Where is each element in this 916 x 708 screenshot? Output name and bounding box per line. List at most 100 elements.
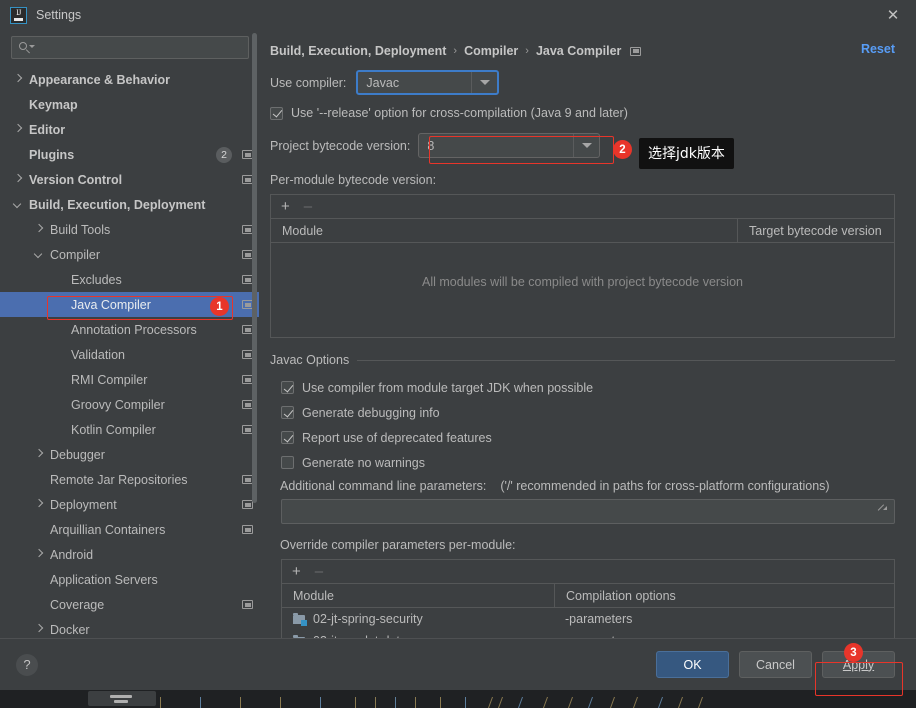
search-box[interactable]: [11, 36, 249, 59]
sidebar-item-appearance-behavior[interactable]: Appearance & Behavior: [0, 67, 259, 92]
sidebar-item-arquillian-containers[interactable]: Arquillian Containers: [0, 517, 259, 542]
add-row-button[interactable]: +: [292, 564, 301, 579]
chevron-right-icon[interactable]: [35, 450, 44, 459]
ok-button[interactable]: OK: [656, 651, 729, 678]
breadcrumb-item-0[interactable]: Build, Execution, Deployment: [270, 44, 446, 58]
chevron-right-icon[interactable]: [14, 75, 23, 84]
javac-option-label: Generate no warnings: [302, 455, 425, 470]
copy-setting-icon[interactable]: [242, 525, 253, 534]
sidebar-item-compiler[interactable]: Compiler: [0, 242, 259, 267]
javac-option-checkbox[interactable]: [281, 381, 294, 394]
sidebar-item-editor[interactable]: Editor: [0, 117, 259, 142]
override-params-label-row: Override compiler parameters per-module:: [259, 538, 916, 552]
reset-link[interactable]: Reset: [861, 42, 895, 56]
close-icon[interactable]: ✕: [870, 0, 916, 30]
cell-module: 02-jt-spring-security: [282, 612, 554, 626]
chevron-right-icon[interactable]: [35, 225, 44, 234]
table-row[interactable]: 02-jt-spring-security -parameters: [282, 608, 894, 630]
javac-option-row[interactable]: Report use of deprecated features: [259, 425, 916, 450]
release-option-label: Use '--release' option for cross-compila…: [291, 106, 628, 120]
chevron-right-icon[interactable]: [35, 500, 44, 509]
column-header-target-bytecode[interactable]: Target bytecode version: [737, 219, 894, 242]
ruler-tick: [487, 697, 494, 708]
sidebar-item-debugger[interactable]: Debugger: [0, 442, 259, 467]
sidebar-item-deployment[interactable]: Deployment: [0, 492, 259, 517]
project-bytecode-value: 8: [427, 138, 435, 153]
add-row-button[interactable]: +: [281, 199, 290, 214]
release-option-checkbox[interactable]: [270, 106, 283, 120]
sidebar-item-remote-jar-repositories[interactable]: Remote Jar Repositories: [0, 467, 259, 492]
chevron-right-icon[interactable]: [35, 625, 44, 634]
copy-setting-icon[interactable]: [242, 600, 253, 609]
javac-option-row[interactable]: Use compiler from module target JDK when…: [259, 375, 916, 400]
column-header-module[interactable]: Module: [271, 224, 737, 238]
override-params-label: Override compiler parameters per-module:: [280, 538, 516, 552]
settings-sidebar: Appearance & Behavior Keymap Editor Plugins…: [0, 30, 259, 638]
sidebar-item-rmi-compiler[interactable]: RMI Compiler: [0, 367, 259, 392]
sidebar-item-build-tools[interactable]: Build Tools: [0, 217, 259, 242]
sidebar-item-plugins[interactable]: Plugins 2: [0, 142, 259, 167]
chevron-right-icon[interactable]: [14, 125, 23, 134]
release-option-row[interactable]: Use '--release' option for cross-compila…: [259, 106, 916, 120]
use-compiler-row: Use compiler: Javac: [259, 70, 916, 95]
sidebar-item-application-servers[interactable]: Application Servers: [0, 567, 259, 592]
sidebar-item-excludes[interactable]: Excludes: [0, 267, 259, 292]
remove-row-button[interactable]: –: [315, 564, 323, 579]
ruler-tick: [542, 697, 549, 708]
sidebar-item-annotation-processors[interactable]: Annotation Processors: [0, 317, 259, 342]
sidebar-item-validation[interactable]: Validation: [0, 342, 259, 367]
chevron-down-icon[interactable]: [35, 250, 44, 259]
sidebar-item-label: Debugger: [50, 447, 105, 462]
per-module-table-toolbar: + –: [271, 195, 894, 219]
chevron-down-icon[interactable]: [573, 134, 599, 157]
sidebar-item-coverage[interactable]: Coverage: [0, 592, 259, 617]
javac-option-checkbox[interactable]: [281, 456, 294, 469]
sidebar-scrollbar[interactable]: [252, 33, 257, 503]
javac-option-row[interactable]: Generate debugging info: [259, 400, 916, 425]
breadcrumb-separator: ›: [525, 45, 529, 57]
table-row[interactable]: 03-jt-servlet-data-parameters: [282, 630, 894, 638]
help-button[interactable]: ?: [16, 653, 38, 676]
copy-settings-path-icon[interactable]: [630, 46, 642, 56]
cancel-button[interactable]: Cancel: [739, 651, 812, 678]
sidebar-item-groovy-compiler[interactable]: Groovy Compiler: [0, 392, 259, 417]
javac-option-label: Generate debugging info: [302, 405, 440, 420]
sidebar-item-label: Kotlin Compiler: [71, 422, 156, 437]
apply-button-label: Apply: [842, 657, 875, 672]
search-input[interactable]: [32, 37, 248, 58]
ruler-tick: [657, 697, 664, 708]
additional-params-input[interactable]: [281, 499, 895, 524]
chevron-right-icon[interactable]: [14, 175, 23, 184]
javac-option-checkbox[interactable]: [281, 406, 294, 419]
sidebar-item-keymap[interactable]: Keymap: [0, 92, 259, 117]
chevron-down-icon[interactable]: [471, 72, 497, 93]
use-compiler-select[interactable]: Javac: [356, 70, 500, 95]
sidebar-item-kotlin-compiler[interactable]: Kotlin Compiler: [0, 417, 259, 442]
sidebar-item-android[interactable]: Android: [0, 542, 259, 567]
intellij-logo-icon: IJ: [10, 6, 27, 24]
remove-row-button[interactable]: –: [304, 199, 312, 214]
javac-option-row[interactable]: Generate no warnings: [259, 450, 916, 475]
sidebar-item-version-control[interactable]: Version Control: [0, 167, 259, 192]
expand-icon[interactable]: [876, 506, 887, 517]
project-bytecode-select[interactable]: 8: [418, 133, 601, 158]
column-header-compilation-options[interactable]: Compilation options: [554, 584, 894, 607]
intellij-logo-text: IJ: [16, 7, 21, 17]
ruler-tick: [497, 697, 504, 708]
javac-option-checkbox[interactable]: [281, 431, 294, 444]
sidebar-item-java-compiler[interactable]: Java Compiler: [0, 292, 259, 317]
column-header-module[interactable]: Module: [282, 589, 554, 603]
sidebar-item-label: Deployment: [50, 497, 117, 512]
sidebar-item-build-execution-deployment[interactable]: Build, Execution, Deployment: [0, 192, 259, 217]
breadcrumb-item-2[interactable]: Java Compiler: [536, 44, 621, 58]
chevron-right-icon[interactable]: [35, 550, 44, 559]
apply-button[interactable]: Apply: [822, 651, 895, 678]
breadcrumb-item-1[interactable]: Compiler: [464, 44, 518, 58]
chevron-down-icon[interactable]: [14, 200, 23, 209]
sidebar-item-docker[interactable]: Docker: [0, 617, 259, 638]
